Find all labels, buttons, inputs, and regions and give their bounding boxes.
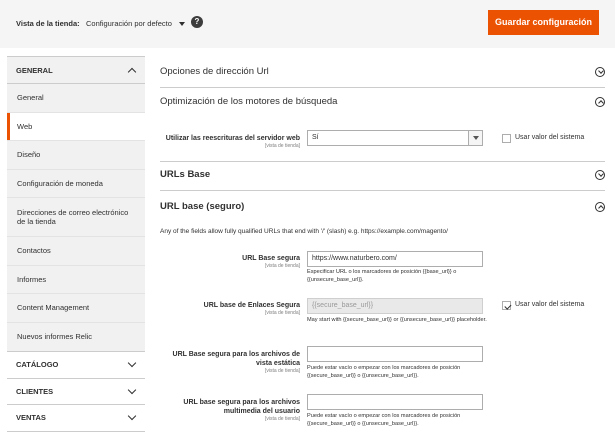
- secure-link-url-input[interactable]: {{secure_base_url}}: [307, 298, 483, 314]
- sidebar-item-content-management[interactable]: Content Management: [7, 294, 145, 323]
- sidebar-general-items: General Web Diseño Configuración de mone…: [7, 84, 145, 352]
- store-view-switcher[interactable]: Configuración por defecto: [86, 19, 185, 28]
- sidebar-item-contacts[interactable]: Contactos: [7, 237, 145, 266]
- secure-link-use-system-checkbox[interactable]: [502, 301, 511, 310]
- divider: [160, 87, 605, 88]
- field-note: Puede estar vacío o empezar con los marc…: [307, 365, 461, 379]
- sidebar-item-label: General: [17, 93, 44, 103]
- chevron-down-icon: [127, 385, 137, 394]
- sidebar-item-currency[interactable]: Configuración de moneda: [7, 170, 145, 198]
- store-view-label: Vista de la tienda:: [16, 19, 80, 28]
- collapse-circle-icon: [595, 201, 605, 212]
- sidebar-group-label: GENERAL: [16, 65, 53, 75]
- store-view-value: Configuración por defecto: [86, 19, 172, 28]
- section-urls-base[interactable]: URLs Base: [160, 169, 605, 180]
- section-title: URL base (seguro): [160, 201, 245, 212]
- caret-down-icon: [178, 21, 185, 26]
- secure-intro-text: Any of the fields allow fully qualified …: [160, 228, 448, 235]
- expand-circle-icon: [595, 66, 605, 77]
- seo-use-system-checkbox[interactable]: [502, 134, 511, 143]
- help-icon[interactable]: ?: [191, 16, 203, 28]
- sidebar-item-label: Configuración de moneda: [17, 178, 103, 188]
- field-note: Especificar URL o los marcadores de posi…: [307, 269, 457, 283]
- divider: [160, 161, 605, 162]
- sidebar-item-store-emails[interactable]: Direcciones de correo electrónico de la …: [7, 198, 145, 237]
- config-sidebar: GENERAL General Web Diseño Configuración…: [7, 56, 145, 432]
- section-title: Opciones de dirección Url: [160, 66, 269, 77]
- seo-rewrites-label: Utilizar las reescrituras del servidor w…: [160, 134, 300, 150]
- sidebar-item-label: Diseño: [17, 150, 41, 160]
- use-system-label: Usar valor del sistema: [515, 301, 585, 308]
- divider: [160, 190, 605, 191]
- scope-hint: [vista de tienda]: [264, 368, 300, 374]
- secure-static-url-label: URL Base segura para los archivos de vis…: [160, 350, 300, 375]
- section-title: URLs Base: [160, 169, 211, 180]
- sidebar-group-customers[interactable]: CLIENTES: [7, 378, 145, 405]
- sidebar-item-design[interactable]: Diseño: [7, 141, 145, 170]
- chevron-up-icon: [127, 67, 137, 76]
- sidebar-group-sales[interactable]: VENTAS: [7, 405, 145, 432]
- section-title: Optimización de los motores de búsqueda: [160, 96, 338, 107]
- sidebar-item-label: Content Management: [17, 303, 90, 313]
- collapse-circle-icon: [595, 96, 605, 107]
- sidebar-item-new-relic[interactable]: Nuevos informes Relic: [7, 323, 145, 352]
- sidebar-group-label: CATÁLOGO: [16, 360, 59, 370]
- secure-static-url-input[interactable]: [307, 346, 483, 362]
- scope-hint: [vista de tienda]: [264, 263, 300, 269]
- seo-rewrites-select[interactable]: Sí: [307, 130, 483, 146]
- chevron-down-icon: [127, 359, 137, 368]
- select-value: Sí: [312, 134, 319, 141]
- chevron-down-icon: [127, 412, 137, 421]
- sidebar-item-reports[interactable]: Informes: [7, 266, 145, 294]
- scope-hint: [vista de tienda]: [264, 310, 300, 316]
- secure-base-url-input[interactable]: https://www.naturbero.com/: [307, 251, 483, 267]
- section-url-options[interactable]: Opciones de dirección Url: [160, 66, 605, 77]
- section-urls-secure[interactable]: URL base (seguro): [160, 201, 605, 212]
- dropdown-arrow-icon: [468, 131, 482, 145]
- sidebar-item-web[interactable]: Web: [7, 112, 145, 141]
- save-config-button[interactable]: Guardar configuración: [488, 10, 599, 35]
- sidebar-group-label: CLIENTES: [16, 386, 54, 396]
- sidebar-item-label: Informes: [17, 274, 47, 284]
- use-system-label: Usar valor del sistema: [515, 134, 585, 141]
- page-actions-bar: Vista de la tienda: Configuración por de…: [0, 0, 615, 48]
- field-note: Puede estar vacío o empezar con los marc…: [307, 413, 461, 427]
- scope-hint: [vista de tienda]: [264, 143, 300, 149]
- sidebar-group-label: VENTAS: [16, 413, 46, 423]
- sidebar-group-general[interactable]: GENERAL: [7, 56, 145, 84]
- field-note: May start with {{secure_base_url}} or {{…: [307, 317, 487, 323]
- field-label-text: URL base de Enlaces Segura: [203, 302, 300, 309]
- sidebar-item-label: Direcciones de correo electrónico de la …: [17, 207, 129, 227]
- sidebar-group-catalog[interactable]: CATÁLOGO: [7, 352, 145, 379]
- secure-media-url-input[interactable]: [307, 394, 483, 410]
- field-label-text: URL Base segura: [242, 255, 300, 262]
- secure-base-url-label: URL Base segura [vista de tienda]: [160, 254, 300, 270]
- secure-media-url-label: URL base segura para los archivos multim…: [160, 398, 300, 423]
- scope-hint: [vista de tienda]: [264, 416, 300, 422]
- secure-link-url-label: URL base de Enlaces Segura [vista de tie…: [160, 301, 300, 317]
- section-seo[interactable]: Optimización de los motores de búsqueda: [160, 96, 605, 107]
- sidebar-item-label: Contactos: [17, 246, 51, 256]
- expand-circle-icon: [595, 169, 605, 180]
- sidebar-item-label: Nuevos informes Relic: [17, 332, 93, 342]
- sidebar-item-general[interactable]: General: [7, 84, 145, 113]
- sidebar-item-label: Web: [17, 121, 33, 131]
- field-label-text: URL base segura para los archivos multim…: [183, 399, 300, 415]
- field-label-text: Utilizar las reescrituras del servidor w…: [165, 135, 300, 142]
- field-label-text: URL Base segura para los archivos de vis…: [172, 351, 300, 367]
